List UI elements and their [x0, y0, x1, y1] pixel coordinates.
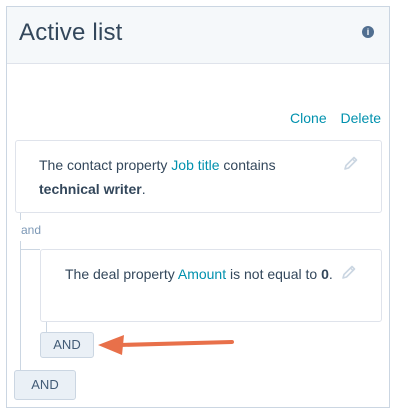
group-and-label: and: [21, 223, 42, 237]
filter-prefix: The contact property: [39, 157, 172, 173]
edit-pencil-icon[interactable]: [341, 264, 357, 280]
delete-link[interactable]: Delete: [341, 110, 381, 126]
inner-connector-line: [20, 249, 40, 250]
group-connector-line: [20, 241, 21, 371]
filter-operator: contains: [219, 157, 276, 173]
panel-title: Active list: [19, 19, 123, 46]
filter-value: 0: [321, 266, 329, 282]
add-and-filter-button[interactable]: AND: [40, 332, 94, 358]
filter-value: technical writer: [39, 181, 142, 197]
filter-card-amount[interactable]: The deal property Amount is not equal to…: [40, 249, 382, 322]
edit-pencil-icon[interactable]: [343, 155, 359, 171]
filter-suffix: .: [141, 181, 146, 197]
add-and-group-button[interactable]: AND: [14, 370, 76, 400]
callout-arrow-icon: [98, 335, 234, 355]
filter-suffix: .: [328, 266, 333, 282]
info-icon[interactable]: i: [362, 26, 374, 38]
filter-operator: is not equal to: [226, 266, 322, 282]
panel-header: Active list i: [7, 7, 389, 64]
filter-property-link[interactable]: Amount: [178, 266, 226, 282]
filter-prefix: The deal property: [65, 266, 178, 282]
filter-property-link[interactable]: Job title: [171, 157, 219, 173]
list-actions: Clone Delete: [280, 110, 381, 126]
clone-link[interactable]: Clone: [290, 110, 327, 126]
filter-card-job-title[interactable]: The contact property Job title contains …: [15, 140, 382, 213]
group-connector-line: [20, 212, 21, 220]
